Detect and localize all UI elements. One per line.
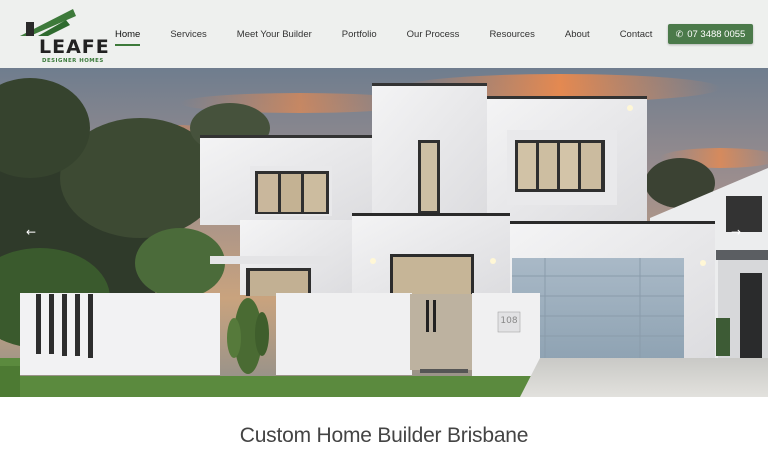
roof-icon xyxy=(20,9,76,36)
main-nav: Home Services Meet Your Builder Portfoli… xyxy=(108,0,652,68)
arrow-left-icon[interactable]: ← xyxy=(26,226,36,238)
hero-slider: 108 ← → xyxy=(0,68,768,397)
nav-meet-your-builder[interactable]: Meet Your Builder xyxy=(237,29,312,40)
nav-home[interactable]: Home xyxy=(115,29,141,46)
arrow-right-icon[interactable]: → xyxy=(731,226,741,238)
page-title: Custom Home Builder Brisbane xyxy=(239,424,529,447)
nav-our-process[interactable]: Our Process xyxy=(407,29,460,40)
hero-image: 108 xyxy=(0,68,768,397)
nav-services[interactable]: Services xyxy=(170,29,206,40)
nav-portfolio[interactable]: Portfolio xyxy=(342,29,377,40)
nav-about[interactable]: About xyxy=(565,29,590,40)
phone-number: 07 3488 0055 xyxy=(687,28,746,40)
nav-resources[interactable]: Resources xyxy=(489,29,534,40)
phone-button[interactable]: ✆ 07 3488 0055 xyxy=(668,24,753,44)
logo-name: LEAFE xyxy=(39,36,110,58)
phone-icon: ✆ xyxy=(675,28,684,39)
logo-tagline: DESIGNER HOMES xyxy=(42,58,104,64)
house-number: 108 xyxy=(500,316,517,326)
site-header: LEAFE DESIGNER HOMES Home Services Meet … xyxy=(0,0,768,68)
nav-contact[interactable]: Contact xyxy=(620,29,653,40)
logo[interactable]: LEAFE DESIGNER HOMES xyxy=(18,8,109,64)
